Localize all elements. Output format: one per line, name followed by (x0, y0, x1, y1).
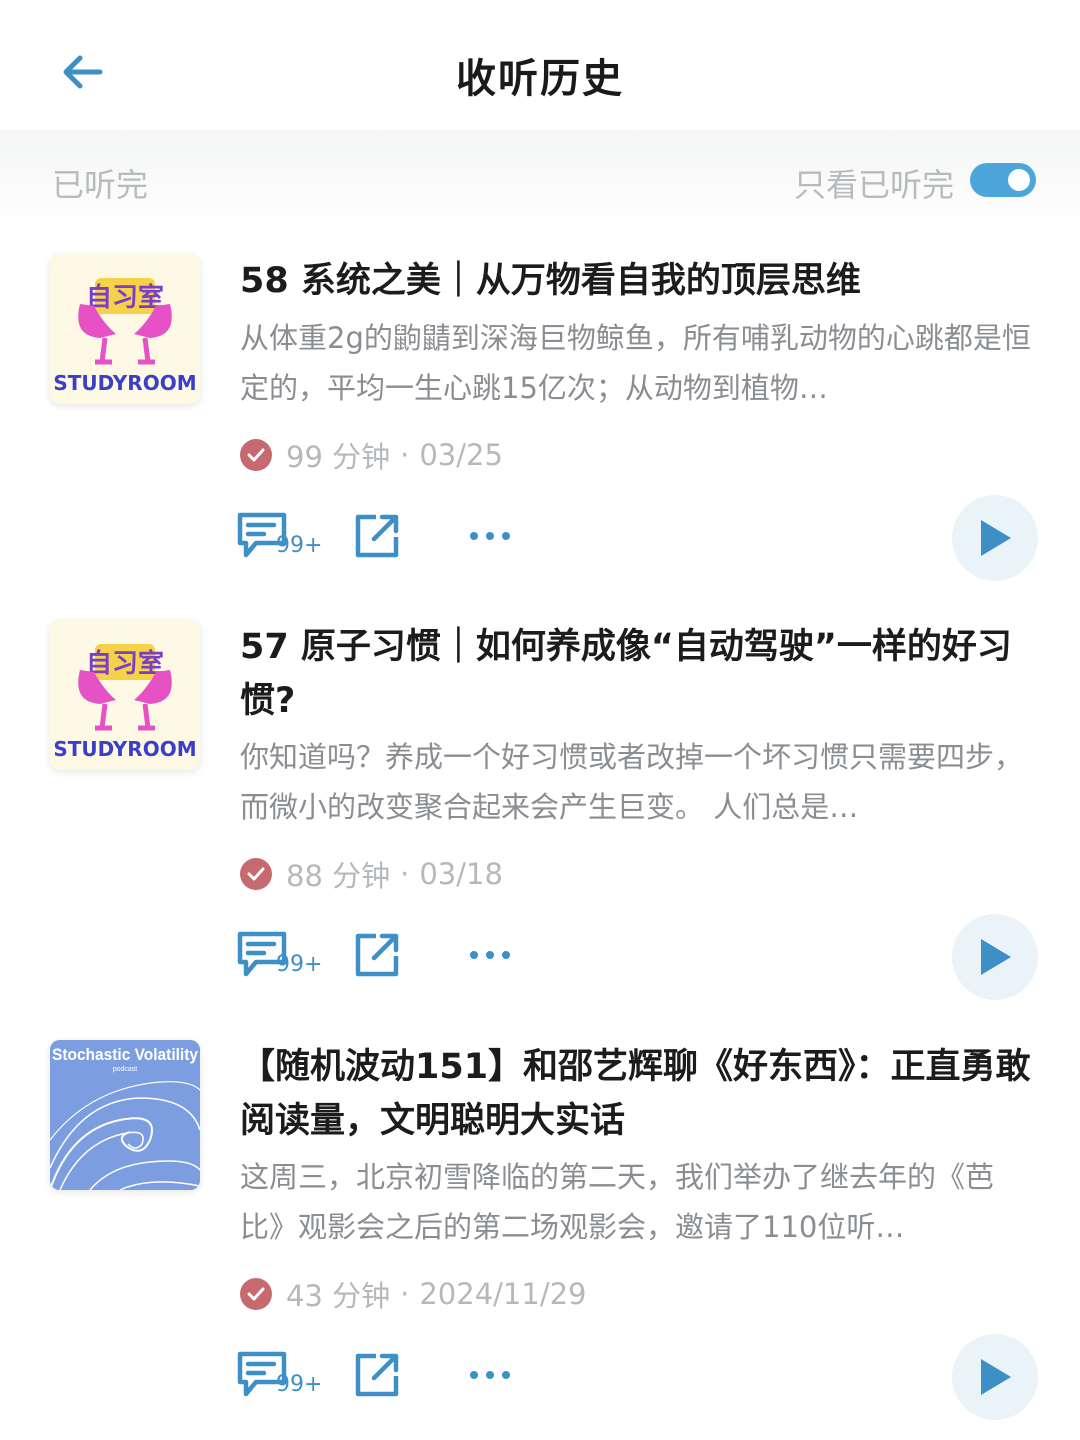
more-icon (470, 1371, 510, 1379)
studyroom-logo-icon: 自习室 STUDYROOM (53, 644, 197, 761)
episode-meta: 43 分钟 · 2024/11/29 (240, 1274, 587, 1314)
episode-meta: 88 分钟 · 03/18 (240, 854, 503, 894)
check-icon (240, 1278, 272, 1310)
podcast-cover[interactable]: 自习室 STUDYROOM (50, 620, 200, 770)
podcast-cover[interactable]: Stochastic Volatility podcast (50, 1040, 200, 1190)
episode-actions: 99+ (236, 495, 1046, 581)
episode-description: 从体重2g的鼩鼱到深海巨物鲸鱼，所有哺乳动物的心跳都是恒定的，平均一生心跳15亿… (240, 321, 1031, 405)
page-title: 收听历史 (456, 56, 624, 102)
episode-date: 03/18 (419, 857, 503, 891)
episode-title[interactable]: 【随机波动151】和邵艺辉聊《好东西》：正直勇敢阅读量，文明聪明大实话 (240, 1040, 1040, 1148)
episode-date: 2024/11/29 (419, 1277, 587, 1311)
more-button[interactable] (468, 521, 512, 551)
comment-button[interactable]: 99+ (236, 930, 326, 986)
more-icon (470, 951, 510, 959)
more-button[interactable] (468, 1360, 512, 1390)
comment-count: 99+ (276, 1372, 323, 1397)
wave-logo-icon: Stochastic Volatility podcast (50, 1040, 200, 1190)
toggle-knob (1008, 169, 1030, 191)
play-icon (981, 939, 1011, 975)
meta-separator: · (400, 438, 410, 472)
episode-title[interactable]: 58 系统之美｜从万物看自我的顶层思维 (240, 254, 1040, 308)
cover-text-en: STUDYROOM (53, 737, 196, 761)
share-button[interactable] (352, 930, 402, 980)
meta-separator: · (400, 857, 410, 891)
play-icon (981, 520, 1011, 556)
share-icon (355, 933, 399, 977)
cover-text-en: STUDYROOM (53, 371, 196, 395)
play-icon (981, 1359, 1011, 1395)
filter-bar: 已听完 只看已听完 (0, 130, 1080, 230)
episode-meta: 99 分钟 · 03/25 (240, 435, 503, 475)
share-button[interactable] (352, 511, 402, 561)
episode-duration: 99 分钟 (286, 440, 391, 474)
comment-button[interactable]: 99+ (236, 1350, 326, 1406)
check-icon (240, 858, 272, 890)
play-button[interactable] (952, 1334, 1038, 1420)
cover-text-cn: 自习室 (86, 282, 164, 313)
more-button[interactable] (468, 940, 512, 970)
toggle-label: 只看已听完 (793, 166, 954, 204)
episode-duration: 88 分钟 (286, 859, 391, 893)
cover-text-title: Stochastic Volatility (52, 1045, 198, 1064)
episode-date: 03/25 (419, 438, 503, 472)
episode-title[interactable]: 57 原子习惯｜如何养成像“自动驾驶”一样的好习惯? (240, 620, 1040, 728)
studyroom-logo-icon: 自习室 STUDYROOM (53, 278, 197, 395)
episode-description: 这周三，北京初雪降临的第二天，我们举办了继去年的《芭比》观影会之后的第二场观影会… (240, 1160, 995, 1244)
finished-only-toggle[interactable] (970, 163, 1036, 197)
comment-count: 99+ (276, 952, 323, 977)
comment-button[interactable]: 99+ (236, 511, 326, 567)
comment-count: 99+ (276, 533, 323, 558)
play-button[interactable] (952, 914, 1038, 1000)
cover-text-sub: podcast (113, 1066, 138, 1073)
filter-label: 已听完 (52, 166, 149, 204)
episode-description: 你知道吗？养成一个好习惯或者改掉一个坏习惯只需要四步，而微小的改变聚合起来会产生… (240, 740, 1024, 824)
share-icon (355, 514, 399, 558)
share-icon (355, 1353, 399, 1397)
meta-separator: · (400, 1277, 410, 1311)
podcast-cover[interactable]: 自习室 STUDYROOM (50, 254, 200, 404)
episode-duration: 43 分钟 (286, 1279, 391, 1313)
more-icon (470, 532, 510, 540)
header: 收听历史 (0, 0, 1080, 145)
episode-actions: 99+ (236, 914, 1046, 1000)
share-button[interactable] (352, 1350, 402, 1400)
cover-text-cn: 自习室 (86, 648, 164, 679)
episode-actions: 99+ (236, 1334, 1046, 1420)
check-icon (240, 439, 272, 471)
play-button[interactable] (952, 495, 1038, 581)
